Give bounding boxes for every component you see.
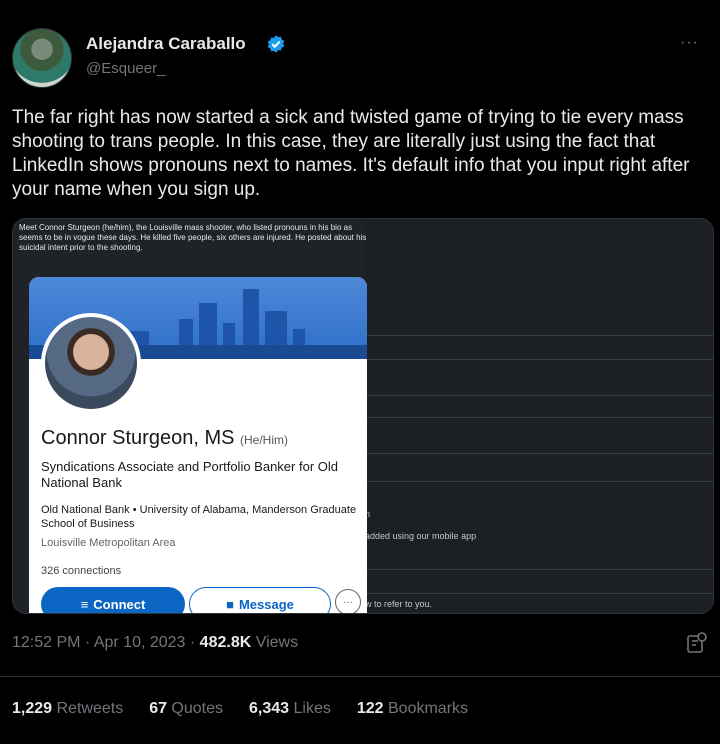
tweet-stats: 1,229 Retweets 67 Quotes 6,343 Likes 122… <box>12 700 468 718</box>
media-right-text: added using our mobile app <box>365 531 477 541</box>
profile-connections: 326 connections <box>41 565 122 577</box>
verified-badge-icon <box>267 35 285 53</box>
media-right-text: w to refer to you. <box>365 599 433 609</box>
connect-label: Connect <box>93 596 146 612</box>
profile-name: Connor Sturgeon, MS (He/Him) <box>41 427 288 450</box>
tweet-media[interactable]: n added using our mobile app w to refer … <box>12 218 714 614</box>
likes-stat[interactable]: 6,343 Likes <box>249 700 331 718</box>
tweet-text: The far right has now started a sick and… <box>12 107 690 200</box>
profile-location: Louisville Metropolitan Area <box>41 537 176 549</box>
bookmarks-stat[interactable]: 122 Bookmarks <box>357 700 468 718</box>
media-caption: Meet Connor Sturgeon (he/him), the Louis… <box>19 223 367 252</box>
lock-icon: ■ <box>226 596 234 612</box>
views-count: 482.8K <box>199 634 252 651</box>
tweet-meta: 12:52 PM · Apr 10, 2023 · 482.8K Views <box>12 634 298 652</box>
quotes-stat[interactable]: 67 Quotes <box>149 700 223 718</box>
views-label: Views <box>251 634 299 651</box>
profile-more-button: ··· <box>335 589 361 613</box>
analytics-icon[interactable] <box>686 632 708 656</box>
profile-headline: Syndications Associate and Portfolio Ban… <box>41 459 338 490</box>
author-handle[interactable]: @Esqueer_ <box>86 60 165 77</box>
author-avatar[interactable] <box>12 28 72 88</box>
linkedin-profile-card: Connor Sturgeon, MS (He/Him) Syndication… <box>29 277 367 613</box>
profile-name-text: Connor Sturgeon, MS <box>41 427 235 449</box>
retweets-stat[interactable]: 1,229 Retweets <box>12 700 123 718</box>
author-name[interactable]: Alejandra Caraballo <box>86 34 246 54</box>
more-options-icon[interactable]: ··· <box>680 34 699 52</box>
add-person-icon: ≡ <box>80 596 89 612</box>
profile-pronouns: (He/Him) <box>240 433 288 447</box>
connect-button: ≡ Connect <box>41 587 185 613</box>
tweet-timestamp[interactable]: 12:52 PM · Apr 10, 2023 · <box>12 634 200 651</box>
profile-education: Old National Bank • University of Alabam… <box>41 504 357 530</box>
media-dark-panel: n added using our mobile app w to refer … <box>363 219 713 613</box>
message-button: ■ Message <box>189 587 331 613</box>
message-label: Message <box>238 596 294 612</box>
profile-photo <box>41 313 141 413</box>
divider <box>0 676 720 677</box>
